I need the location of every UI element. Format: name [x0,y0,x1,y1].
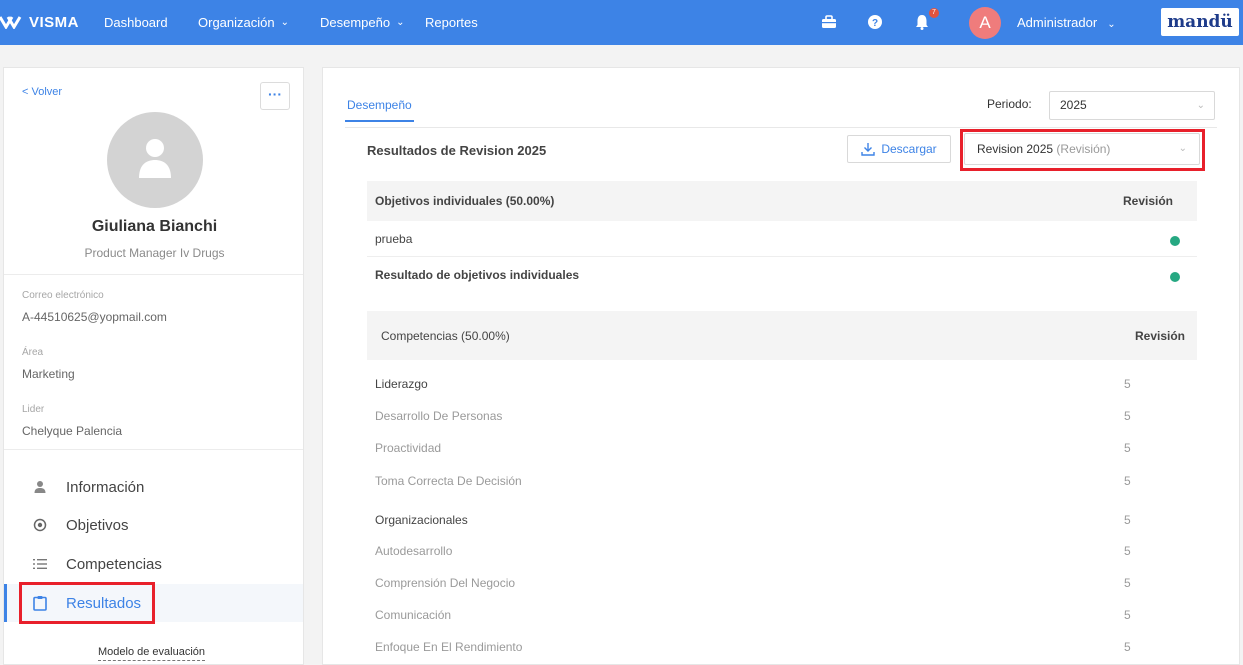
competencia-value: 5 [1124,474,1131,488]
bell-icon[interactable] [913,13,931,31]
competencia-label: Enfoque En El Rendimiento [375,640,523,654]
objetivos-header: Objetivos individuales (50.00%) Revisión [367,181,1197,221]
competencia-group-label: Organizacionales [375,513,468,527]
sidebar-item-label: Objetivos [66,516,129,534]
sidebar-item-label: Resultados [66,594,142,612]
clipboard-icon [30,595,50,611]
more-options-button[interactable]: ··· [260,82,290,110]
mandu-logo[interactable]: mandü [1161,8,1239,36]
leader-label: Lider [22,404,45,415]
competencia-value: 5 [1124,608,1131,622]
table-row: Resultado de objetivos individuales [367,257,1197,293]
divider [4,274,303,275]
status-dot [1170,236,1180,246]
visma-logo[interactable]: VISMA [0,10,79,34]
competencia-group-label: Liderazgo [375,377,428,391]
svg-text:?: ? [872,18,878,29]
target-icon [30,518,50,532]
competencia-label: Comprensión Del Negocio [375,576,516,590]
periodo-label: Periodo: [987,97,1032,111]
notification-badge: 7 [929,8,939,18]
competencia-label: Desarrollo De Personas [375,409,503,423]
competencia-value: 5 [1124,544,1131,558]
periodo-select[interactable]: 2025 ⌄ [1049,91,1215,120]
sidebar-item-resultados[interactable]: Resultados [4,584,303,622]
brand-label: VISMA [29,13,80,31]
table-row: prueba [367,221,1197,257]
sidebar-item-objetivos[interactable]: Objetivos [4,506,303,544]
download-icon [861,143,876,156]
leader-value: Chelyque Palencia [22,424,123,438]
competencia-value: 5 [1124,640,1131,654]
competencia-label: Toma Correcta De Decisión [375,474,522,488]
competencia-value: 5 [1124,377,1131,391]
chevron-down-icon: ⌄ [1196,100,1205,111]
visma-logo-icon [0,16,22,29]
user-silhouette-icon [139,139,171,178]
competencias-header-label: Competencias (50.00%) [381,329,510,343]
sidebar-item-label: Competencias [66,555,162,573]
chevron-down-icon: ⌄ [280,17,289,28]
competencias-col-header: Revisión [1134,329,1185,343]
competencia-value: 5 [1124,409,1131,423]
nav-reportes[interactable]: Reportes [425,0,478,45]
nav-desempeno-label: Desempeño [320,15,391,30]
nav-organizacion-label: Organización [198,15,275,30]
objetivos-col-header: Revisión [1122,194,1173,208]
competencia-label: Autodesarrollo [375,544,453,558]
profile-name: Giuliana Bianchi [91,218,218,235]
nav-dashboard[interactable]: Dashboard [104,0,168,45]
email-label: Correo electrónico [22,290,104,301]
sidebar-item-competencias[interactable]: Competencias [4,545,303,583]
email-value: A-44510625@yopmail.com [22,310,167,324]
competencia-value: 5 [1124,576,1131,590]
list-icon [30,558,50,570]
user-name: Administrador [1017,15,1098,30]
chevron-down-icon: ⌄ [396,17,405,28]
competencia-label: Comunicación [375,608,452,622]
top-navbar: VISMA Dashboard Organización ⌄ Desempeño ⌄… [0,0,1243,45]
tab-divider [345,127,1217,128]
divider [4,449,303,450]
tab-desempeno[interactable]: Desempeño [345,98,414,122]
periodo-value: 2025 [1060,98,1087,112]
user-icon [30,480,50,494]
sidebar-item-label: Información [66,478,145,496]
objetivos-result-label: Resultado de objetivos individuales [375,268,580,282]
profile-avatar [107,112,203,208]
download-button[interactable]: Descargar [847,135,951,163]
download-label: Descargar [881,142,937,156]
nav-desempeno[interactable]: Desempeño ⌄ [320,0,405,45]
chevron-down-icon: ⌄ [1107,19,1116,30]
competencia-label: Proactividad [375,441,442,455]
area-value: Marketing [22,367,75,381]
back-link[interactable]: < Volver [22,86,62,98]
competencias-header: Competencias (50.00%) Revisión [367,311,1197,360]
help-icon[interactable]: ? [866,13,884,31]
competencia-value: 5 [1124,441,1131,455]
sidebar-item-informacion[interactable]: Información [4,468,303,506]
briefcase-icon[interactable] [820,13,838,31]
status-dot [1170,272,1180,282]
nav-reportes-label: Reportes [425,15,478,30]
area-label: Área [22,347,44,358]
page-title: Resultados de Revision 2025 [367,143,547,158]
revision-select-suffix: (Revisión) [1056,142,1111,156]
objetivos-header-label: Objetivos individuales (50.00%) [375,194,555,208]
objetivo-label: prueba [375,232,413,246]
modelo-evaluacion-link[interactable]: Modelo de evaluación [98,646,206,661]
user-menu[interactable]: Administrador ⌄ [1017,0,1116,45]
profile-role: Product Manager Iv Drugs [84,246,225,260]
chevron-down-icon: ⌄ [1178,143,1187,154]
avatar[interactable]: A [969,7,1001,39]
revision-select[interactable]: Revision 2025 (Revisión) ⌄ [964,133,1200,165]
revision-select-value: Revision 2025 [977,142,1054,156]
nav-dashboard-label: Dashboard [104,15,168,30]
nav-organizacion[interactable]: Organización ⌄ [198,0,289,45]
results-panel: Desempeño Periodo: 2025 ⌄ Resultados de … [322,67,1240,665]
competencia-value: 5 [1124,513,1131,527]
profile-sidebar: < Volver ··· Giuliana Bianchi Product Ma… [3,67,304,665]
